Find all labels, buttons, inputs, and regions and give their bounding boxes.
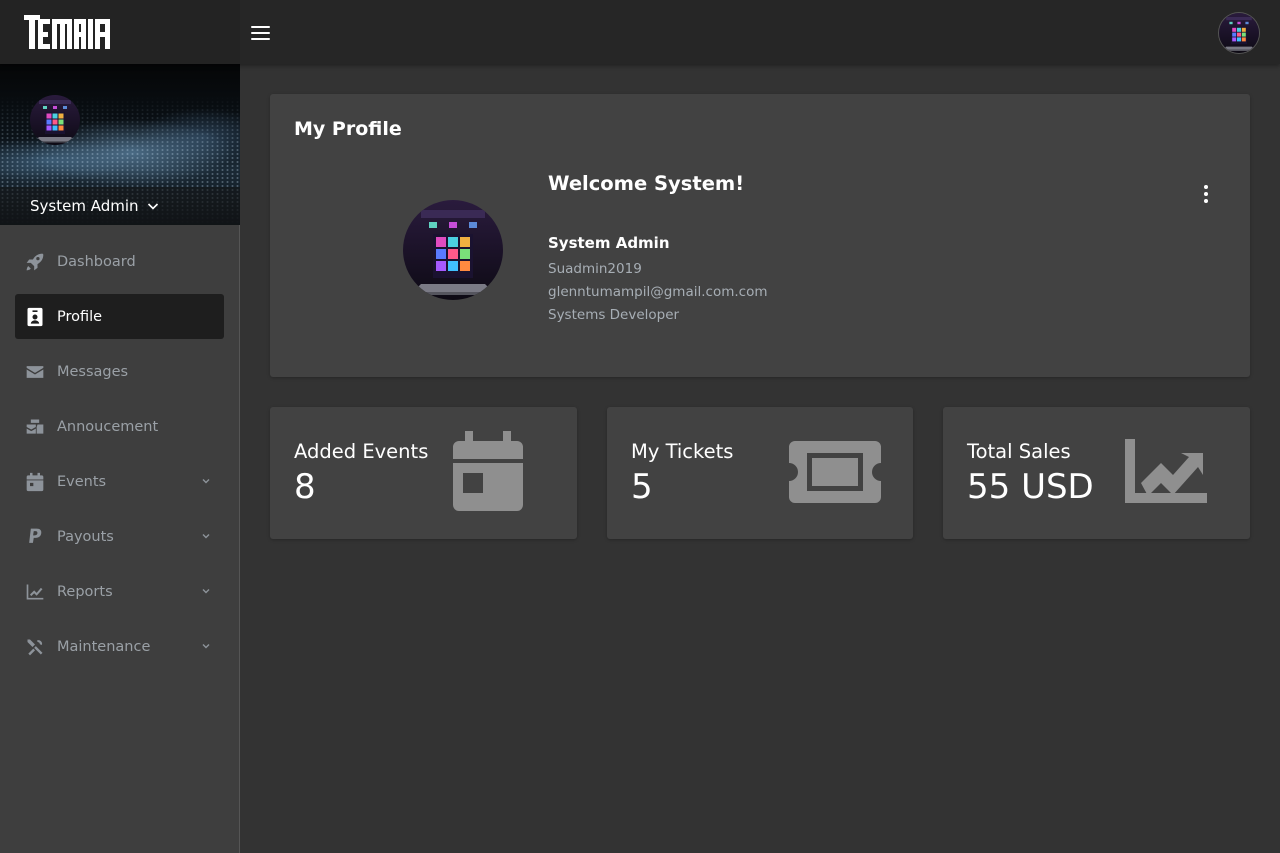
sidebar-nav: Dashboard Profile Messages Annoucement E… xyxy=(0,234,240,674)
tools-icon xyxy=(24,636,46,658)
stat-label: Total Sales xyxy=(967,440,1071,463)
sidebar-item-annoucement[interactable]: Annoucement xyxy=(0,399,240,454)
sidebar-item-label: Annoucement xyxy=(57,418,159,435)
chart-line-icon xyxy=(24,581,46,603)
chevron-down-icon xyxy=(202,589,210,594)
sidebar-item-reports[interactable]: Reports xyxy=(0,564,240,619)
kebab-menu-icon[interactable] xyxy=(1198,184,1214,204)
mail-bulk-icon xyxy=(24,416,46,438)
stat-card-total-sales: Total Sales 55 USD xyxy=(943,407,1250,539)
page-title: My Profile xyxy=(294,118,402,140)
welcome-heading: Welcome System! xyxy=(548,172,745,195)
sidebar-item-messages[interactable]: Messages xyxy=(0,344,240,399)
sidebar-user-name: System Admin xyxy=(30,197,139,215)
stat-label: Added Events xyxy=(294,440,429,463)
stat-card-added-events: Added Events 8 xyxy=(270,407,577,539)
paypal-icon xyxy=(24,526,46,548)
profile-role: Systems Developer xyxy=(548,307,680,323)
rocket-icon xyxy=(24,251,46,273)
sidebar-item-label: Events xyxy=(57,473,107,490)
sidebar-item-profile[interactable]: Profile xyxy=(15,294,224,339)
envelope-icon xyxy=(24,361,46,383)
sidebar-item-payouts[interactable]: Payouts xyxy=(0,509,240,564)
chevron-down-icon xyxy=(202,644,210,649)
profile-email: glenntumampil@gmail.com.com xyxy=(548,284,768,300)
ticket-icon xyxy=(789,441,881,503)
sidebar-item-dashboard[interactable]: Dashboard xyxy=(0,234,240,289)
profile-card: My Profile Welcome System! System Admin … xyxy=(270,94,1250,377)
id-badge-icon xyxy=(24,306,46,328)
chart-line-icon xyxy=(1125,439,1207,503)
stat-value: 55 USD xyxy=(967,467,1094,507)
sidebar: System Admin Dashboard Profile Messages xyxy=(0,64,240,853)
profile-avatar xyxy=(403,200,503,300)
chevron-down-icon xyxy=(202,479,210,484)
sidebar-avatar xyxy=(30,95,80,145)
sidebar-item-label: Messages xyxy=(57,363,129,380)
profile-username: Suadmin2019 xyxy=(548,261,642,277)
hamburger-icon[interactable] xyxy=(246,20,274,46)
stat-card-my-tickets: My Tickets 5 xyxy=(607,407,913,539)
user-panel: System Admin xyxy=(0,64,240,225)
temaia-logo[interactable] xyxy=(24,15,110,49)
chevron-down-icon xyxy=(147,203,158,210)
sidebar-item-label: Profile xyxy=(57,308,103,325)
stat-label: My Tickets xyxy=(631,440,734,463)
sidebar-item-label: Maintenance xyxy=(57,638,151,655)
stat-value: 5 xyxy=(631,467,653,507)
user-avatar[interactable] xyxy=(1219,13,1259,53)
chevron-down-icon xyxy=(202,534,210,539)
sidebar-item-maintenance[interactable]: Maintenance xyxy=(0,619,240,674)
calendar-icon xyxy=(24,471,46,493)
stat-value: 8 xyxy=(294,467,316,507)
calendar-icon xyxy=(453,431,523,511)
user-dropdown[interactable]: System Admin xyxy=(0,187,240,225)
sidebar-item-label: Reports xyxy=(57,583,113,600)
sidebar-item-label: Dashboard xyxy=(57,253,136,270)
brand-area xyxy=(0,0,240,64)
profile-name: System Admin xyxy=(548,234,670,252)
sidebar-item-events[interactable]: Events xyxy=(0,454,240,509)
top-bar xyxy=(0,0,1280,64)
sidebar-item-label: Payouts xyxy=(57,528,114,545)
